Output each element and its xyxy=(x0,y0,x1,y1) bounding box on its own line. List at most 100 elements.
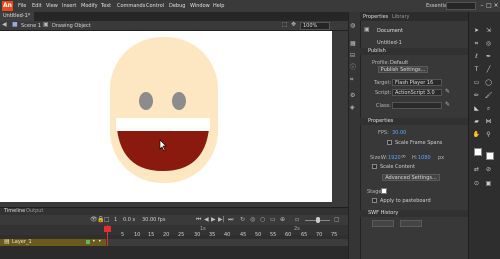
last-frame-icon[interactable]: ⏭ xyxy=(228,216,233,224)
menu-modify[interactable]: Modify xyxy=(81,3,98,9)
zoom-out-timeline-icon[interactable]: ▫ xyxy=(295,216,299,224)
menu-window[interactable]: Window xyxy=(190,3,210,9)
script-select[interactable]: ActionScript 3.0 xyxy=(392,89,442,96)
prev-frame-icon[interactable]: ◀ xyxy=(204,216,209,224)
rectangle-icon[interactable]: ▭ xyxy=(472,79,481,87)
swf-history-button-1[interactable] xyxy=(372,220,394,227)
lasso-icon[interactable]: ℓ xyxy=(472,53,481,61)
outline-icon[interactable]: □ xyxy=(104,216,110,224)
swf-history-button-2[interactable] xyxy=(400,220,422,227)
loop-icon[interactable]: ↻ xyxy=(240,216,245,224)
maximize-icon[interactable]: □ xyxy=(486,2,492,10)
menu-file[interactable]: File xyxy=(18,3,26,9)
line-icon[interactable]: ╱ xyxy=(484,66,493,74)
onion-skin-icon[interactable]: ◎ xyxy=(250,216,255,224)
snap-icon[interactable]: ⊙ xyxy=(472,180,481,188)
tab-library[interactable]: Library xyxy=(392,13,409,21)
width-icon[interactable]: ⋈ xyxy=(484,118,493,126)
pencil-icon[interactable]: ✏ xyxy=(472,92,481,100)
tab-output[interactable]: Output xyxy=(26,208,43,214)
properties-section-header[interactable]: Properties xyxy=(360,118,468,125)
align-icon[interactable]: ⊟ xyxy=(350,52,355,60)
hand-icon[interactable]: ✋ xyxy=(472,131,481,139)
code-snippets-icon[interactable]: ⚙ xyxy=(350,92,355,100)
3d-rotation-icon[interactable]: ◎ xyxy=(484,40,493,48)
fill-color-swatch[interactable] xyxy=(486,152,494,160)
swf-history-header[interactable]: SWF History xyxy=(360,210,468,217)
onion-outline-icon[interactable]: ○ xyxy=(260,216,265,224)
text-icon[interactable]: T xyxy=(472,66,481,74)
tab-properties[interactable]: Properties xyxy=(363,13,388,21)
close-icon[interactable]: × xyxy=(493,2,499,10)
target-select[interactable]: Flash Player 16 xyxy=(392,79,442,86)
next-frame-icon[interactable]: ▶| xyxy=(218,216,225,224)
edit-scene-icon[interactable]: ⬚ xyxy=(282,21,288,29)
swatches-icon[interactable]: ▦ xyxy=(350,40,356,48)
frame-rate[interactable]: 30.00 fps xyxy=(142,217,165,223)
layer-lock-icon[interactable]: • xyxy=(98,238,102,246)
help-search-input[interactable] xyxy=(446,2,476,10)
width-value[interactable]: 1920 xyxy=(388,155,401,161)
zoom-in-timeline-icon[interactable]: ▢ xyxy=(334,216,340,224)
advanced-settings-button[interactable]: Advanced Settings... xyxy=(382,174,440,181)
breadcrumb-scene[interactable]: Scene 1 xyxy=(21,23,41,29)
center-frame-icon[interactable]: ⊕ xyxy=(280,216,285,224)
paint-bucket-icon[interactable]: ◣ xyxy=(472,105,481,113)
pen-icon[interactable]: ✒ xyxy=(484,53,493,61)
selection-icon[interactable]: ➤ xyxy=(472,27,481,35)
color-panel-icon[interactable]: ◍ xyxy=(350,22,355,30)
link-dimensions-icon[interactable]: ∞ xyxy=(401,153,406,161)
subselect-icon[interactable]: ⇲ xyxy=(484,27,493,35)
menu-insert[interactable]: Insert xyxy=(62,3,76,9)
apply-pasteboard-checkbox[interactable] xyxy=(372,198,377,203)
layer-frames[interactable] xyxy=(106,239,348,246)
stage-vertical-scrollbar[interactable] xyxy=(332,31,348,202)
oval-icon[interactable]: ◯ xyxy=(484,79,493,87)
minimize-icon[interactable]: – xyxy=(479,2,485,10)
zoom-select[interactable]: 100% xyxy=(300,22,330,30)
menu-control[interactable]: Control xyxy=(146,3,164,9)
eyedropper-icon[interactable]: ⌕ xyxy=(484,105,493,113)
layer-color-swatch[interactable] xyxy=(86,240,90,244)
free-transform-icon[interactable]: ⌗ xyxy=(472,40,481,48)
publish-settings-button[interactable]: Publish Settings... xyxy=(378,66,428,73)
stroke-color-swatch[interactable] xyxy=(474,148,482,156)
scale-content-checkbox[interactable] xyxy=(372,164,377,169)
stage[interactable] xyxy=(0,31,332,202)
menu-commands[interactable]: Commands xyxy=(117,3,145,9)
zoom-icon[interactable]: ⚲ xyxy=(484,131,493,139)
publish-section-header[interactable]: Publish xyxy=(360,48,468,55)
eraser-icon[interactable]: ▰ xyxy=(472,118,481,126)
stage-color-swatch[interactable] xyxy=(381,188,387,194)
brush-icon[interactable]: 🖌 xyxy=(484,92,493,100)
menu-debug[interactable]: Debug xyxy=(169,3,185,9)
swap-colors-icon[interactable]: ⇄ xyxy=(472,166,481,174)
edit-symbols-icon[interactable]: ✥ xyxy=(291,21,296,29)
menu-edit[interactable]: Edit xyxy=(32,3,42,9)
wrench-icon[interactable]: ✎ xyxy=(445,88,450,96)
play-icon[interactable]: ▶ xyxy=(211,216,216,224)
no-color-icon[interactable]: ⊘ xyxy=(484,166,493,174)
edit-class-icon[interactable]: ✎ xyxy=(445,101,450,109)
height-value[interactable]: 1080 xyxy=(418,155,431,161)
menu-text[interactable]: Text xyxy=(101,3,111,9)
layer-name[interactable]: Layer_1 xyxy=(12,239,32,246)
layer-visible-icon[interactable]: • xyxy=(92,238,96,246)
fps-value[interactable]: 30.00 xyxy=(392,130,406,136)
edit-multiple-icon[interactable]: ▭ xyxy=(270,216,276,224)
playhead-handle[interactable] xyxy=(104,226,111,232)
tab-timeline[interactable]: Timeline xyxy=(4,208,25,214)
document-tab[interactable]: Untitled-1* xyxy=(0,12,34,21)
scale-spans-checkbox[interactable] xyxy=(387,140,392,145)
breadcrumb-object[interactable]: Drawing Object xyxy=(52,23,91,29)
components-icon[interactable]: ◈ xyxy=(350,104,355,112)
menu-help[interactable]: Help xyxy=(213,3,224,9)
menu-view[interactable]: View xyxy=(46,3,58,9)
object-drawing-icon[interactable]: ▣ xyxy=(484,180,493,188)
first-frame-icon[interactable]: ⏮ xyxy=(196,216,201,224)
transform-icon[interactable]: ⌗ xyxy=(350,76,353,84)
class-input[interactable] xyxy=(392,102,442,109)
info-icon[interactable]: ⓘ xyxy=(350,64,356,72)
timeline-zoom-thumb[interactable] xyxy=(316,217,320,223)
back-icon[interactable]: ◀ xyxy=(2,21,7,29)
